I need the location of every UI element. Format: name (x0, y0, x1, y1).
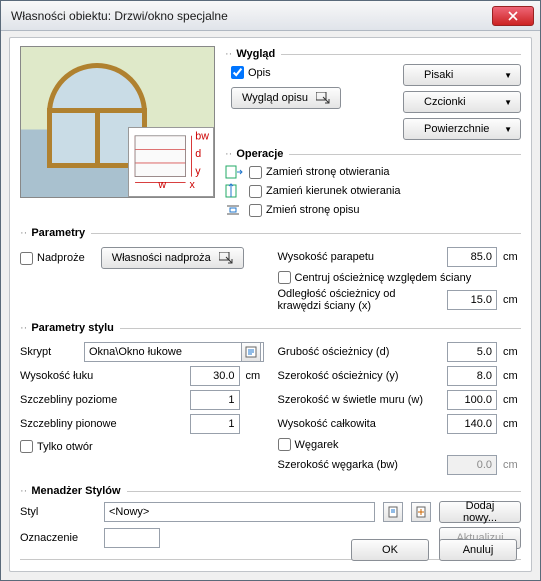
odleglosc-input[interactable] (447, 290, 497, 310)
swietlo-label: Szerokość w świetle muru (w) (278, 394, 442, 406)
szerokosc-input[interactable] (447, 366, 497, 386)
swap-desc-checkbox-label[interactable]: Zmień stronę opisu (249, 204, 360, 217)
dodaj-button[interactable]: Dodaj nowy... (439, 501, 521, 523)
ok-button[interactable]: OK (351, 539, 429, 561)
preview-pane: bw d y w x (20, 46, 215, 198)
skrypt-field[interactable]: Okna\Okno łukowe (84, 342, 264, 362)
styl-icon2-button[interactable] (411, 502, 431, 522)
centruj-checkbox[interactable] (278, 271, 291, 284)
group-parametry: Parametry (31, 227, 85, 239)
swap-desc-checkbox[interactable] (249, 204, 262, 217)
chevron-down-icon: ▼ (504, 125, 512, 134)
szcz-poz-input[interactable] (190, 390, 240, 410)
swap-side-icon (225, 164, 243, 180)
popup-arrow-icon (219, 252, 233, 264)
svg-text:bw: bw (195, 131, 209, 143)
swap-side-checkbox[interactable] (249, 166, 262, 179)
szcz-poz-label: Szczebliny poziome (20, 394, 184, 406)
tylko-otwor-checkbox[interactable] (20, 440, 33, 453)
grubosc-label: Grubość ościeżnicy (d) (278, 346, 442, 358)
svg-text:w: w (157, 179, 166, 191)
group-wyglad: Wygląd (236, 48, 275, 60)
szerokosc-label: Szerokość ościeżnicy (y) (278, 370, 442, 382)
oznaczenie-label: Oznaczenie (20, 532, 96, 544)
pisaki-button[interactable]: Pisaki▼ (403, 64, 521, 86)
szer-weg-input (447, 455, 497, 475)
wys-luku-input[interactable] (190, 366, 240, 386)
wys-calk-input[interactable] (447, 414, 497, 434)
wys-parapetu-label: Wysokość parapetu (278, 251, 442, 263)
oznaczenie-input[interactable] (104, 528, 160, 548)
dialog-window: Własności obiektu: Drzwi/okno specjalne (0, 0, 541, 581)
swap-dir-checkbox[interactable] (249, 185, 262, 198)
group-menadzer: Menadżer Stylów (31, 485, 120, 497)
nadproze-checkbox[interactable] (20, 252, 33, 265)
styl-select[interactable]: <Nowy> (104, 502, 375, 522)
wys-parapetu-input[interactable] (447, 247, 497, 267)
odleglosc-label: Odległość ościeżnicy od krawędzi ściany … (278, 288, 442, 312)
swap-dir-checkbox-label[interactable]: Zamień kierunek otwierania (249, 185, 401, 198)
document-icon (387, 506, 399, 518)
wegarek-checkbox[interactable] (278, 438, 291, 451)
script-icon (245, 346, 257, 358)
chevron-down-icon: ▼ (504, 98, 512, 107)
tylko-otwor-checkbox-label[interactable]: Tylko otwór (20, 440, 264, 453)
swap-dir-icon (225, 183, 243, 199)
szer-weg-label: Szerokość węgarka (bw) (278, 459, 442, 471)
grubosc-input[interactable] (447, 342, 497, 362)
anuluj-button[interactable]: Anuluj (439, 539, 517, 561)
centruj-checkbox-label[interactable]: Centruj ościeżnicę względem ściany (278, 271, 522, 284)
czcionki-button[interactable]: Czcionki▼ (403, 91, 521, 113)
skrypt-label: Skrypt (20, 346, 76, 358)
wys-calk-label: Wysokość całkowita (278, 418, 442, 430)
svg-text:y: y (195, 166, 201, 178)
close-button[interactable] (492, 6, 534, 26)
szcz-pio-input[interactable] (190, 414, 240, 434)
opis-checkbox[interactable] (231, 66, 244, 79)
wlasnosci-nadproza-button[interactable]: Własności nadproża (101, 247, 244, 269)
styl-icon1-button[interactable] (383, 502, 403, 522)
content-area: bw d y w x ··Wygląd O (9, 37, 532, 572)
szcz-pio-label: Szczebliny pionowe (20, 418, 184, 430)
swap-desc-icon (225, 202, 243, 218)
close-icon (508, 11, 518, 21)
svg-text:d: d (195, 148, 201, 160)
styl-label: Styl (20, 506, 96, 518)
chevron-down-icon: ▼ (504, 71, 512, 80)
group-stylu: Parametry stylu (31, 322, 114, 334)
swap-side-checkbox-label[interactable]: Zamień stronę otwierania (249, 166, 390, 179)
document-add-icon (415, 506, 427, 518)
popup-arrow-icon (316, 92, 330, 104)
titlebar: Własności obiektu: Drzwi/okno specjalne (1, 1, 540, 31)
wys-luku-label: Wysokość łuku (20, 370, 184, 382)
opis-checkbox-label[interactable]: Opis (231, 66, 391, 79)
preview-dimensions-icon: bw d y w x (128, 127, 214, 197)
swietlo-input[interactable] (447, 390, 497, 410)
powierzchnie-button[interactable]: Powierzchnie▼ (403, 118, 521, 140)
window-title: Własności obiektu: Drzwi/okno specjalne (11, 9, 492, 23)
group-operacje: Operacje (236, 148, 283, 160)
skrypt-browse-button[interactable] (241, 342, 261, 362)
wegarek-checkbox-label[interactable]: Węgarek (278, 438, 522, 451)
nadproze-checkbox-label[interactable]: Nadproże (20, 252, 85, 265)
wyglad-opisu-button[interactable]: Wygląd opisu (231, 87, 341, 109)
svg-text:x: x (189, 179, 195, 191)
